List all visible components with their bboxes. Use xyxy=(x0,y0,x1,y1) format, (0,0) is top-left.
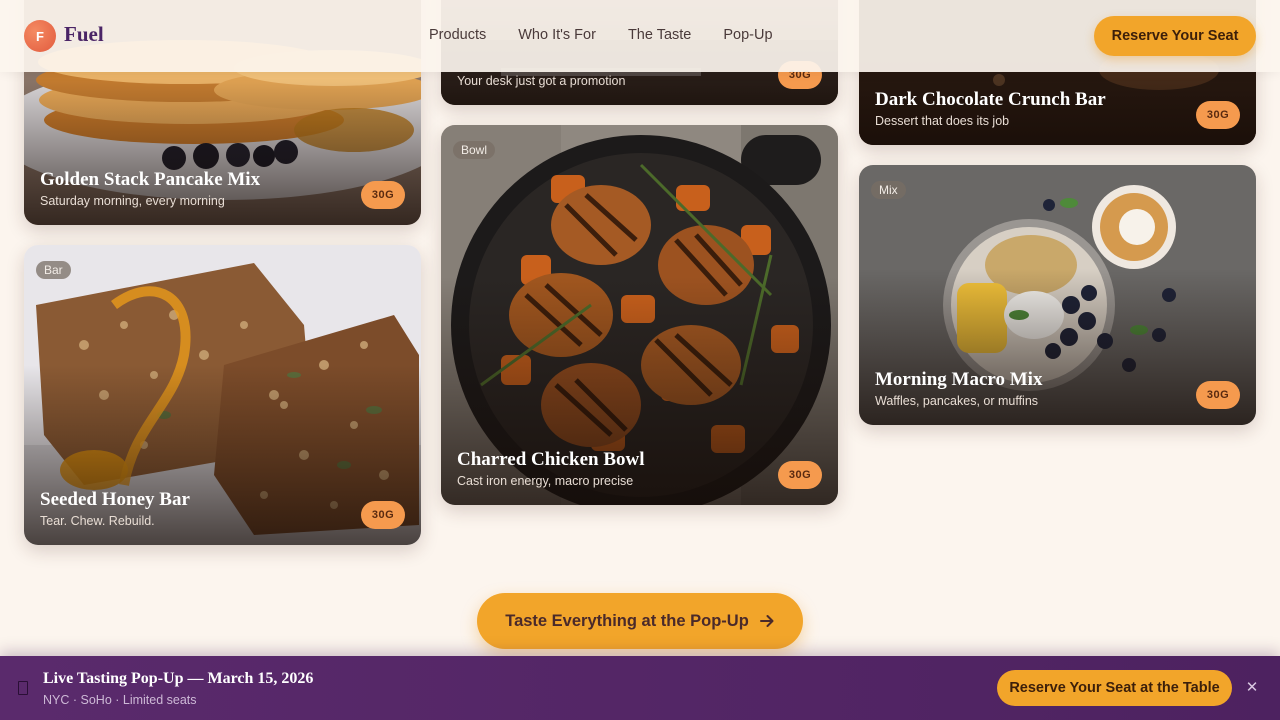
product-card-macro-mix[interactable]: Mix Morning Macro Mix Waffles, pancakes,… xyxy=(859,165,1256,425)
card-title: Morning Macro Mix xyxy=(875,369,1043,390)
card-subtitle: Cast iron energy, macro precise xyxy=(457,474,634,488)
card-title: Dark Chocolate Crunch Bar xyxy=(875,89,1106,110)
protein-badge: 30G xyxy=(361,181,405,209)
protein-badge: 30G xyxy=(778,461,822,489)
card-title: Charred Chicken Bowl xyxy=(457,449,645,470)
close-icon[interactable]: ✕ xyxy=(1243,678,1261,696)
nav-link-products[interactable]: Products xyxy=(429,27,486,43)
card-subtitle: Dessert that does its job xyxy=(875,114,1010,128)
category-tag: Mix xyxy=(871,181,906,199)
card-subtitle: Your desk just got a promotion xyxy=(457,74,626,88)
reserve-seat-button[interactable]: Reserve Your Seat xyxy=(1094,16,1256,56)
brand-name[interactable]: Fuel xyxy=(64,22,104,47)
card-subtitle: Saturday morning, every morning xyxy=(40,194,225,208)
product-card-chicken-bowl[interactable]: Bowl Charred Chicken Bowl Cast iron ener… xyxy=(441,125,838,505)
calendar-icon xyxy=(18,681,28,695)
protein-badge: 30G xyxy=(361,501,405,529)
taste-popup-button[interactable]: Taste Everything at the Pop-Up xyxy=(477,593,803,649)
main-nav: Products Who It's For The Taste Pop-Up xyxy=(429,27,773,43)
card-title: Seeded Honey Bar xyxy=(40,489,190,510)
card-subtitle: Tear. Chew. Rebuild. xyxy=(40,514,155,528)
nav-link-the-taste[interactable]: The Taste xyxy=(628,27,691,43)
logo-icon[interactable]: F xyxy=(24,20,56,52)
banner-subtitle: NYC · SoHo · Limited seats xyxy=(43,693,197,707)
nav-link-pop-up[interactable]: Pop-Up xyxy=(723,27,772,43)
site-header: F Fuel Products Who It's For The Taste P… xyxy=(0,0,1280,72)
protein-badge: 30G xyxy=(1196,381,1240,409)
taste-popup-label: Taste Everything at the Pop-Up xyxy=(505,611,749,630)
category-tag: Bowl xyxy=(453,141,496,159)
card-title: Golden Stack Pancake Mix xyxy=(40,169,261,190)
arrow-right-icon xyxy=(759,615,774,627)
nav-link-who-its-for[interactable]: Who It's For xyxy=(518,27,596,43)
banner-title: Live Tasting Pop-Up — March 15, 2026 xyxy=(43,670,314,687)
product-card-honey-bar[interactable]: Bar Seeded Honey Bar Tear. Chew. Rebuild… xyxy=(24,245,421,545)
card-subtitle: Waffles, pancakes, or muffins xyxy=(875,394,1039,408)
popup-banner: Live Tasting Pop-Up — March 15, 2026 NYC… xyxy=(0,656,1280,720)
category-tag: Bar xyxy=(36,261,71,279)
protein-badge: 30G xyxy=(1196,101,1240,129)
reserve-table-button[interactable]: Reserve Your Seat at the Table xyxy=(997,670,1232,706)
